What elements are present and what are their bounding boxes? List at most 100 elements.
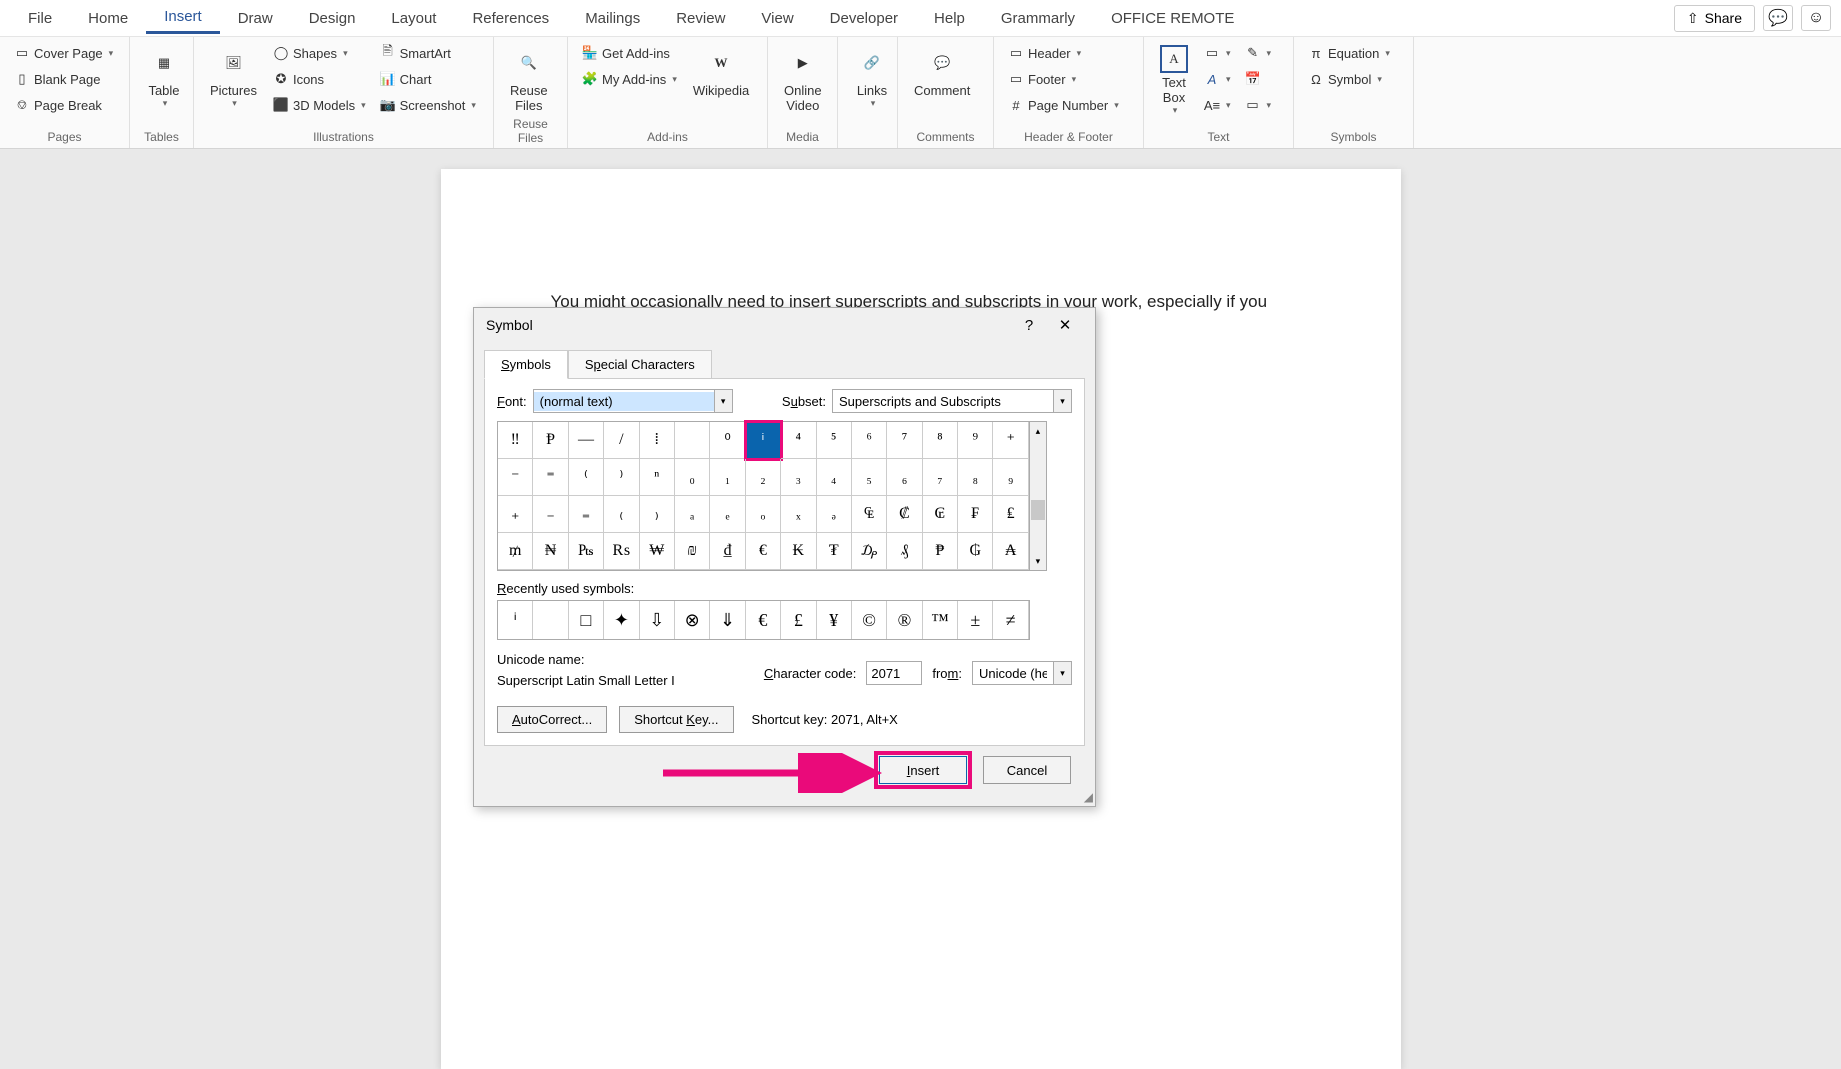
symbol-cell[interactable]: ⁱ — [746, 422, 781, 459]
scroll-down-button[interactable]: ▾ — [1030, 552, 1046, 570]
recent-symbol-cell[interactable]: ⇩ — [640, 601, 675, 639]
footer-button[interactable]: ▭Footer▾ — [1004, 69, 1123, 89]
subset-input[interactable] — [833, 392, 1053, 411]
blank-page-button[interactable]: ▯Blank Page — [10, 69, 117, 89]
symbol-cell[interactable]: ₮ — [817, 533, 852, 570]
tab-view[interactable]: View — [743, 4, 811, 33]
symbol-cell[interactable]: ₋ — [533, 496, 568, 533]
cover-page-button[interactable]: ▭Cover Page▾ — [10, 43, 117, 63]
tab-office-remote[interactable]: OFFICE REMOTE — [1093, 4, 1252, 33]
recent-symbol-cell[interactable]: ⊗ — [675, 601, 710, 639]
get-addins-button[interactable]: 🏪Get Add-ins — [578, 43, 681, 63]
symbol-cell[interactable]: ₐ — [675, 496, 710, 533]
date-time-button[interactable]: 📅 — [1241, 69, 1276, 89]
from-combo[interactable]: ▾ — [972, 661, 1072, 685]
dialog-tab-symbols[interactable]: Symbols — [484, 350, 568, 379]
symbol-button[interactable]: ΩSymbol▾ — [1304, 69, 1394, 89]
font-input[interactable] — [534, 392, 714, 411]
recent-symbol-cell[interactable] — [533, 601, 568, 639]
symbol-cell[interactable]: ₍ — [604, 496, 639, 533]
pictures-button[interactable]: 🖼Pictures▾ — [204, 43, 263, 111]
tab-grammarly[interactable]: Grammarly — [983, 4, 1093, 33]
my-addins-button[interactable]: 🧩My Add-ins▾ — [578, 69, 681, 89]
symbol-cell[interactable]: ₈ — [958, 459, 993, 496]
recent-symbol-cell[interactable]: £ — [781, 601, 816, 639]
symbol-cell[interactable]: ₱ — [923, 533, 958, 570]
tab-review[interactable]: Review — [658, 4, 743, 33]
symbol-cell[interactable]: ₡ — [887, 496, 922, 533]
symbol-cell[interactable]: ⁷ — [887, 422, 922, 459]
symbol-cell[interactable]: ‼ — [498, 422, 533, 459]
resize-grip[interactable]: ◢ — [1084, 790, 1093, 804]
share-button[interactable]: ⇧ Share — [1674, 5, 1755, 32]
char-code-input[interactable] — [866, 661, 922, 685]
links-button[interactable]: 🔗Links▾ — [848, 43, 896, 111]
symbol-cell[interactable]: ₤ — [993, 496, 1028, 533]
wordart-button[interactable]: A▾ — [1200, 69, 1235, 89]
tab-insert[interactable]: Insert — [146, 2, 220, 34]
tab-mailings[interactable]: Mailings — [567, 4, 658, 33]
recent-symbol-cell[interactable]: ¥ — [817, 601, 852, 639]
recent-symbol-cell[interactable]: ™ — [923, 601, 958, 639]
subset-combo[interactable]: ▾ — [832, 389, 1072, 413]
symbol-cell[interactable]: ₆ — [887, 459, 922, 496]
symbol-cell[interactable]: ₲ — [958, 533, 993, 570]
symbol-cell[interactable]: ⁶ — [852, 422, 887, 459]
symbol-cell[interactable]: ₌ — [569, 496, 604, 533]
symbol-cell[interactable]: ⁵ — [817, 422, 852, 459]
header-button[interactable]: ▭Header▾ — [1004, 43, 1123, 63]
from-input[interactable] — [973, 664, 1053, 683]
shapes-button[interactable]: ◯Shapes▾ — [269, 43, 370, 63]
symbol-cell[interactable]: ₅ — [852, 459, 887, 496]
symbol-cell[interactable]: ₑ — [710, 496, 745, 533]
symbol-cell[interactable]: ₥ — [498, 533, 533, 570]
shortcut-key-button[interactable]: Shortcut Key... — [619, 706, 733, 733]
icons-button[interactable]: ✪Icons — [269, 69, 370, 89]
tab-developer[interactable]: Developer — [812, 4, 916, 33]
tab-layout[interactable]: Layout — [373, 4, 454, 33]
symbol-grid-scrollbar[interactable]: ▴ ▾ — [1030, 421, 1047, 571]
subset-combo-dropdown[interactable]: ▾ — [1053, 390, 1071, 412]
reuse-files-button[interactable]: 🔍ReuseFiles — [504, 43, 554, 115]
symbol-cell[interactable]: ₨ — [604, 533, 639, 570]
insert-button[interactable]: Insert — [879, 756, 967, 784]
symbol-cell[interactable]: ⁽ — [569, 459, 604, 496]
quick-parts-button[interactable]: ▭▾ — [1200, 43, 1235, 63]
font-combo-dropdown[interactable]: ▾ — [714, 390, 732, 412]
symbol-cell[interactable]: ⁺ — [993, 422, 1028, 459]
symbol-cell[interactable]: ⁹ — [958, 422, 993, 459]
symbol-cell[interactable]: ⁴ — [781, 422, 816, 459]
font-combo[interactable]: ▾ — [533, 389, 733, 413]
symbol-cell[interactable]: ₧ — [569, 533, 604, 570]
recent-symbol-cell[interactable]: ⇓ — [710, 601, 745, 639]
symbol-cell[interactable]: ⁾ — [604, 459, 639, 496]
scrollbar-thumb[interactable] — [1031, 500, 1045, 520]
scroll-up-button[interactable]: ▴ — [1030, 422, 1046, 440]
recent-symbol-cell[interactable]: © — [852, 601, 887, 639]
symbol-cell[interactable]: ₀ — [675, 459, 710, 496]
object-button[interactable]: ▭▾ — [1241, 95, 1276, 115]
symbol-cell[interactable]: ₠ — [852, 496, 887, 533]
symbol-cell[interactable]: Ᵽ — [533, 422, 568, 459]
symbol-cell[interactable]: ⁼ — [533, 459, 568, 496]
online-video-button[interactable]: ▶OnlineVideo — [778, 43, 828, 115]
symbol-cell[interactable]: ₳ — [993, 533, 1028, 570]
text-box-button[interactable]: ATextBox▾ — [1154, 43, 1194, 118]
dialog-tab-special[interactable]: Special Characters — [568, 350, 712, 379]
symbol-cell[interactable]: ⁻ — [498, 459, 533, 496]
symbol-cell[interactable]: — — [569, 422, 604, 459]
page-number-button[interactable]: #Page Number▾ — [1004, 95, 1123, 115]
symbol-cell[interactable]: ₂ — [746, 459, 781, 496]
symbol-cell[interactable]: ₎ — [640, 496, 675, 533]
symbol-cell[interactable]: ₉ — [993, 459, 1028, 496]
signature-button[interactable]: ✎▾ — [1241, 43, 1276, 63]
screenshot-button[interactable]: 📷Screenshot▾ — [376, 95, 480, 115]
feedback-button[interactable]: ☺ — [1801, 5, 1831, 31]
recent-symbol-cell[interactable]: □ — [569, 601, 604, 639]
symbol-cell[interactable]: / — [604, 422, 639, 459]
recent-symbol-cell[interactable]: € — [746, 601, 781, 639]
symbol-cell[interactable]: ⁞ — [640, 422, 675, 459]
symbol-cell[interactable]: € — [746, 533, 781, 570]
symbol-cell[interactable]: ₦ — [533, 533, 568, 570]
symbol-cell[interactable]: ⁰ — [710, 422, 745, 459]
